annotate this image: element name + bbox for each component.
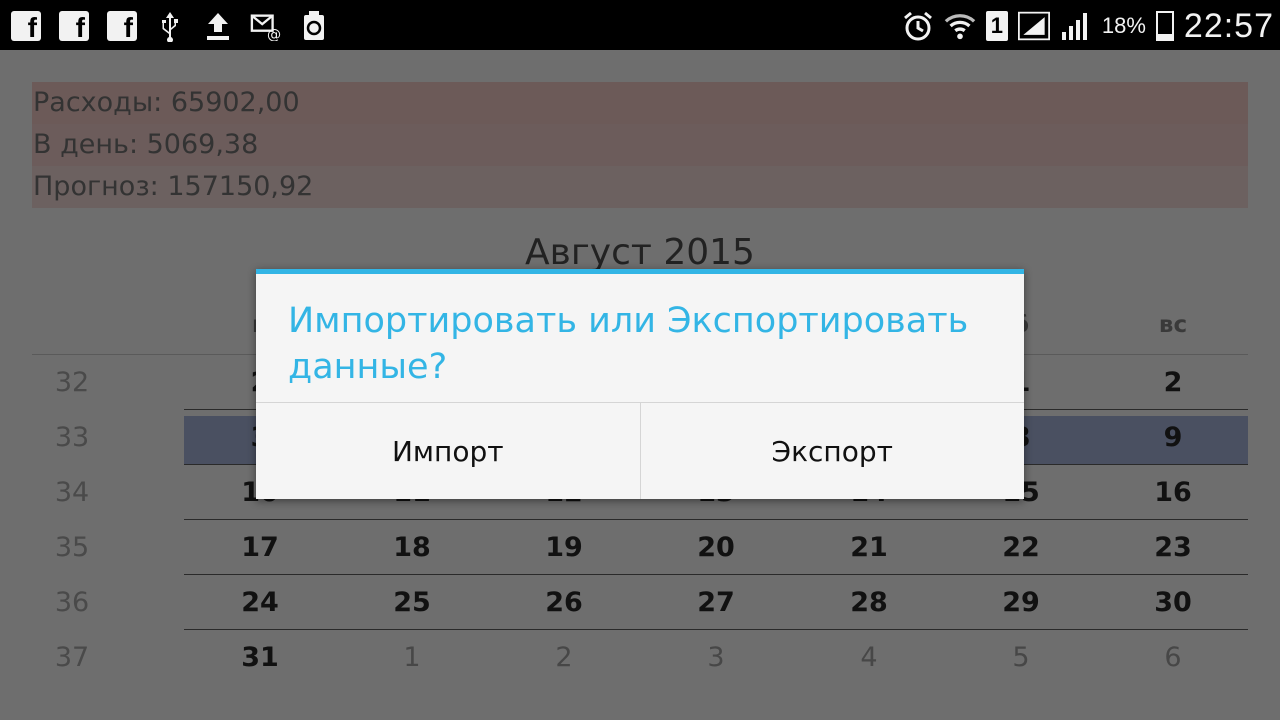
dialog-buttons: Импорт Экспорт (256, 402, 1024, 499)
calendar-day[interactable]: 1 (367, 642, 457, 673)
calendar-day[interactable]: 22 (976, 532, 1066, 563)
wifi-icon (944, 10, 976, 42)
expenses-total: Расходы: 65902,00 (32, 82, 1248, 124)
calendar-day[interactable]: 6 (1128, 642, 1218, 673)
battery-level (1157, 34, 1172, 39)
calendar-day[interactable]: 31 (215, 642, 305, 673)
calendar-day[interactable]: 17 (215, 532, 305, 563)
week-number: 33 (54, 422, 90, 453)
status-bar: f f f @ 1 18% 22:57 (0, 0, 1280, 50)
notification-icons: f f f @ (10, 9, 330, 43)
calendar-day[interactable]: 2 (519, 642, 609, 673)
expenses-summary: Расходы: 65902,00 В день: 5069,38 Прогно… (32, 82, 1248, 208)
dialog-title: Импортировать или Экспортировать данные? (288, 301, 969, 387)
facebook-icon: f (106, 10, 138, 43)
signal-bars-icon (1060, 10, 1092, 42)
week-number: 32 (54, 367, 90, 398)
calendar-day[interactable]: 28 (824, 587, 914, 618)
battery-percent: 18% (1101, 13, 1146, 38)
clock: 22:57 (1183, 6, 1274, 45)
calendar-week-row[interactable]: 36 24 25 26 27 28 29 30 (32, 575, 1248, 630)
sim-icon: 1 (985, 11, 1008, 41)
calendar-day[interactable]: 20 (671, 532, 761, 563)
calendar-day[interactable]: 27 (671, 587, 761, 618)
calendar-day[interactable]: 5 (976, 642, 1066, 673)
calendar-day[interactable]: 25 (367, 587, 457, 618)
calendar-week-row[interactable]: 37 31 1 2 3 4 5 6 (32, 630, 1248, 685)
weekday-label: вс (1158, 312, 1188, 338)
signal-icon (1017, 10, 1050, 42)
email-icon: @ (250, 10, 282, 42)
calendar-day[interactable]: 3 (671, 642, 761, 673)
calendar-day[interactable]: 9 (1128, 422, 1218, 453)
week-number: 37 (54, 642, 90, 673)
week-number: 35 (54, 532, 90, 563)
alarm-icon (902, 10, 934, 42)
calendar-day[interactable]: 16 (1128, 477, 1218, 508)
battery-icon (1155, 11, 1174, 41)
calendar-day[interactable]: 26 (519, 587, 609, 618)
expenses-forecast: Прогноз: 157150,92 (32, 166, 1248, 208)
calendar-day[interactable]: 21 (824, 532, 914, 563)
upload-icon (202, 10, 234, 42)
recycle-icon (298, 10, 330, 42)
svg-text:@: @ (267, 27, 281, 41)
calendar-day[interactable]: 19 (519, 532, 609, 563)
calendar-day[interactable]: 23 (1128, 532, 1218, 563)
calendar-day[interactable]: 30 (1128, 587, 1218, 618)
calendar-day[interactable]: 2 (1128, 367, 1218, 398)
week-number: 34 (54, 477, 90, 508)
facebook-icon: f (58, 10, 90, 43)
import-export-dialog: Импортировать или Экспортировать данные?… (256, 269, 1024, 499)
export-button[interactable]: Экспорт (639, 403, 1025, 499)
week-number: 36 (54, 587, 90, 618)
calendar-day[interactable]: 4 (824, 642, 914, 673)
expenses-per-day: В день: 5069,38 (32, 124, 1248, 166)
calendar-week-row[interactable]: 35 17 18 19 20 21 22 23 (32, 520, 1248, 575)
system-icons: 1 18% 22:57 (902, 6, 1274, 46)
usb-icon (154, 10, 186, 42)
month-title: Август 2015 (525, 232, 755, 273)
calendar-day[interactable]: 29 (976, 587, 1066, 618)
calendar-day[interactable]: 24 (215, 587, 305, 618)
calendar-day[interactable]: 18 (367, 532, 457, 563)
facebook-icon: f (10, 10, 42, 43)
import-button[interactable]: Импорт (256, 403, 640, 499)
